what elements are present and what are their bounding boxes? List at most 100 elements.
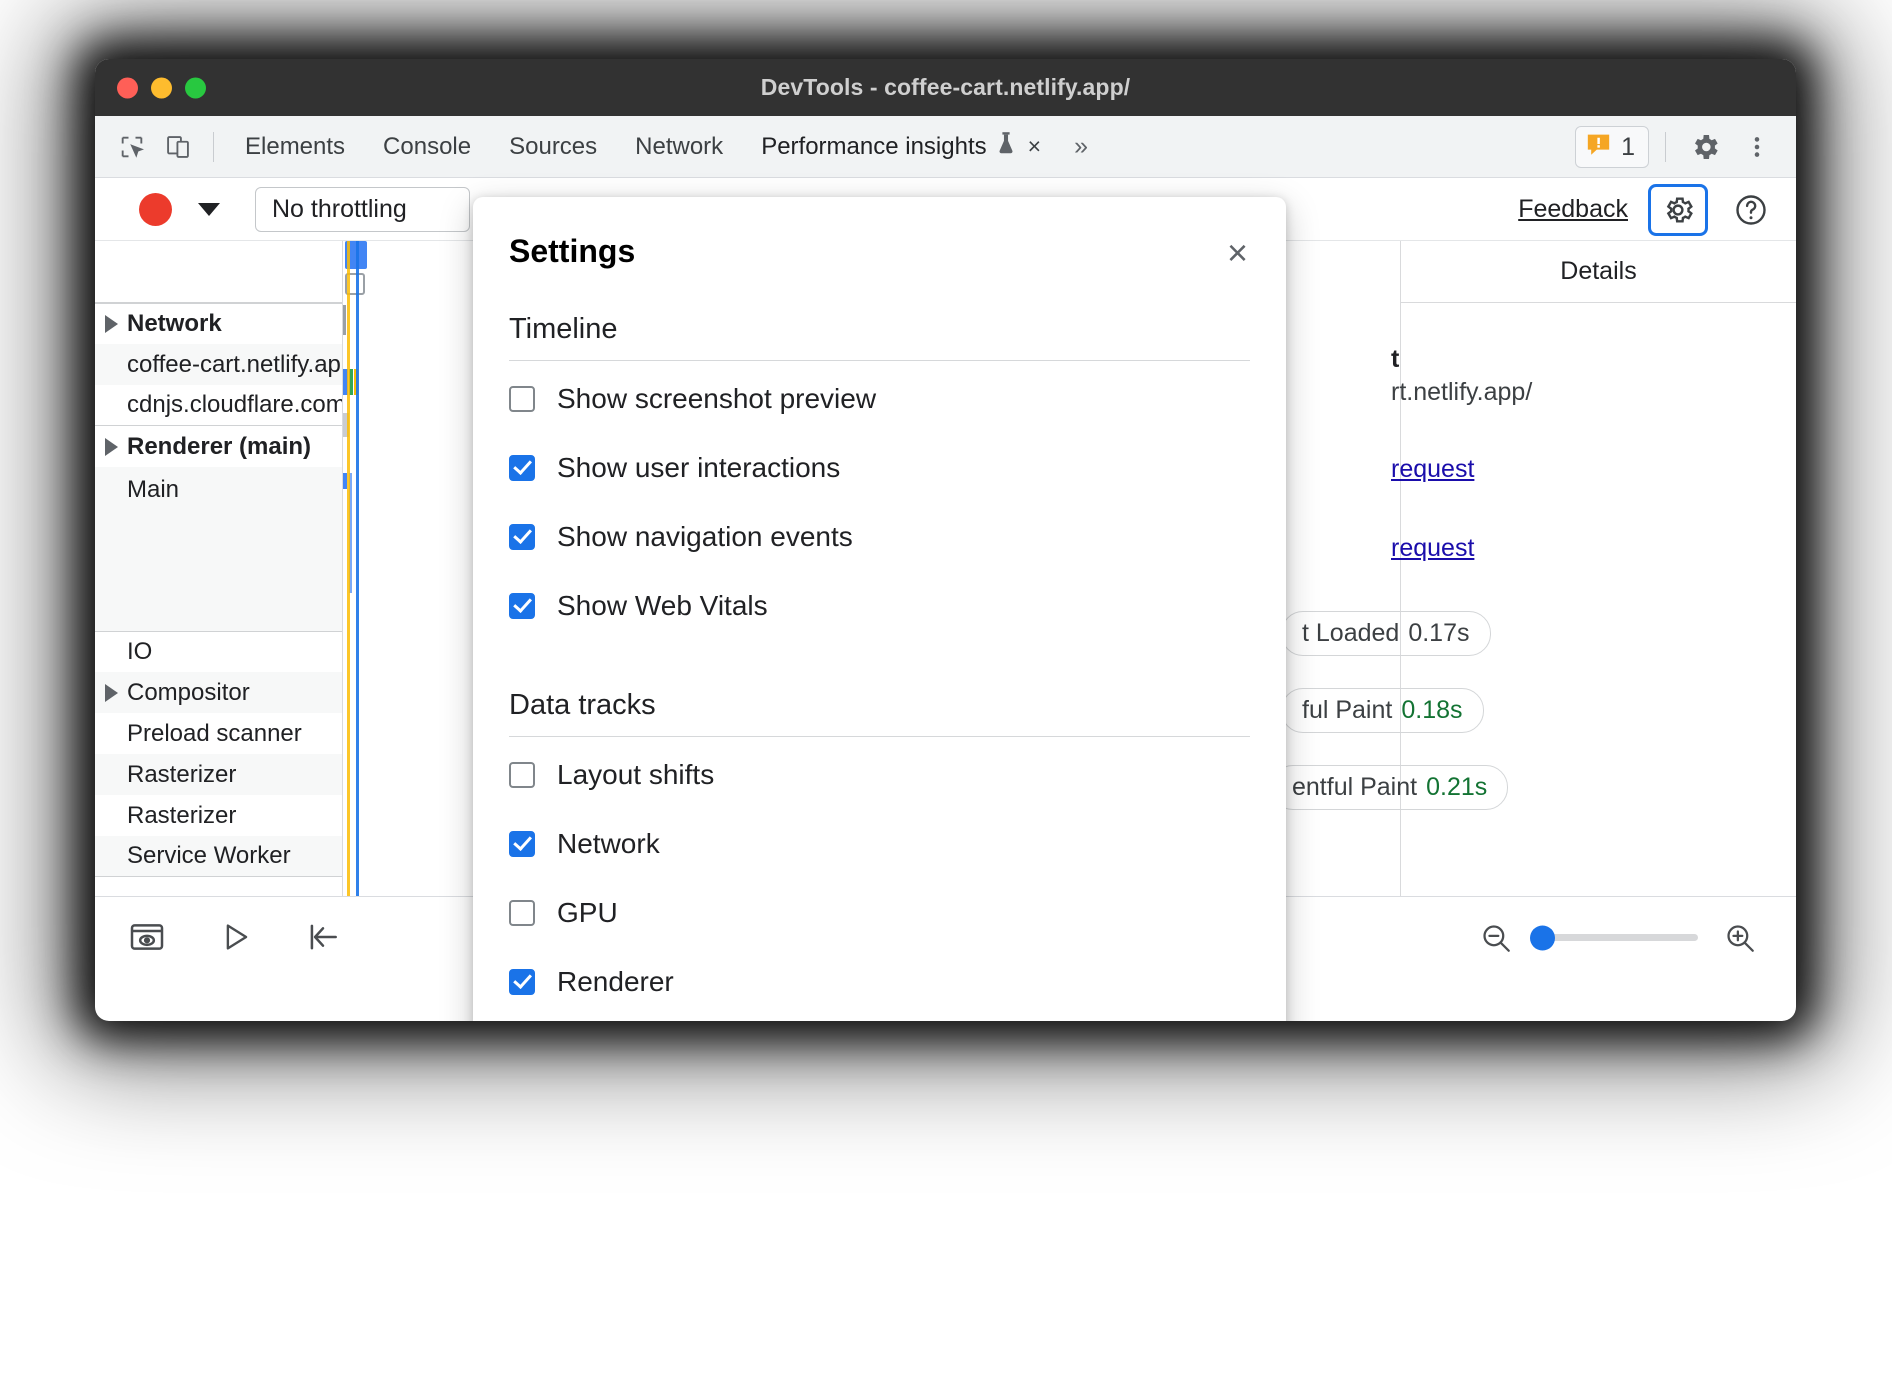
jump-to-start-icon[interactable]	[295, 909, 351, 965]
setting-label: Show user interactions	[557, 452, 840, 484]
metric-pill-dom-content-loaded: t Loaded 0.17s	[1281, 611, 1491, 656]
screenshot-preview-icon[interactable]	[119, 909, 175, 965]
tab-performance-insights[interactable]: Performance insights ×	[742, 116, 1060, 178]
setting-label: Show Web Vitals	[557, 590, 768, 622]
tab-elements[interactable]: Elements	[226, 116, 364, 178]
sidebar-item-label: Rasterizer	[127, 802, 236, 830]
details-link-request-1[interactable]: request	[1391, 455, 1796, 484]
more-options-kebab-icon[interactable]	[1734, 126, 1780, 168]
expand-triangle-icon[interactable]	[105, 438, 118, 456]
setting-show-screenshot-preview[interactable]: Show screenshot preview	[509, 367, 1250, 430]
sidebar-item-network[interactable]: Network	[95, 303, 342, 344]
pill-label: t Loaded	[1302, 619, 1399, 648]
details-link-request-2[interactable]: request	[1391, 534, 1796, 563]
tabbar-right-divider	[1665, 132, 1666, 162]
device-toolbar-icon[interactable]	[155, 126, 201, 168]
devtools-settings-gear-icon[interactable]	[1682, 126, 1728, 168]
settings-dialog: Settings × Timeline Show screenshot prev…	[473, 197, 1286, 1021]
checkbox-checked-icon[interactable]	[509, 969, 535, 995]
warning-icon	[1585, 131, 1612, 163]
checkbox-icon[interactable]	[509, 762, 535, 788]
zoom-slider-thumb[interactable]	[1530, 925, 1555, 950]
tabbar-right-actions: 1	[1575, 116, 1780, 178]
tabbar-divider	[213, 132, 214, 162]
checkbox-checked-icon[interactable]	[509, 524, 535, 550]
pill-label: entful Paint	[1292, 773, 1417, 802]
section-title: Data tracks	[509, 689, 1250, 737]
record-button[interactable]	[139, 193, 172, 226]
tab-overflow-chevron-icon[interactable]: »	[1060, 132, 1102, 161]
setting-label: Show navigation events	[557, 521, 853, 553]
tab-label: Sources	[509, 133, 597, 161]
sidebar-spacer	[95, 241, 342, 303]
settings-dialog-title: Settings	[509, 233, 635, 270]
devtools-window: DevTools - coffee-cart.netlify.app/ Elem…	[95, 59, 1796, 1021]
checkbox-checked-icon[interactable]	[509, 455, 535, 481]
sidebar-item-label: IO	[127, 638, 152, 666]
experiment-flask-icon	[996, 131, 1016, 162]
setting-renderer[interactable]: Renderer	[509, 950, 1250, 1013]
sidebar-item-rasterizer-1[interactable]: Rasterizer	[95, 754, 342, 795]
sidebar-item-renderer-main[interactable]: Renderer (main)	[95, 426, 342, 467]
settings-dialog-header: Settings ×	[473, 197, 1286, 271]
sidebar-item-preload-scanner[interactable]: Preload scanner	[95, 713, 342, 754]
metric-pill-largest-contentful-paint: entful Paint 0.21s	[1271, 765, 1508, 810]
performance-toolbar-right: Feedback	[1518, 178, 1774, 241]
devtools-tabbar: Elements Console Sources Network Perform…	[95, 116, 1796, 178]
tab-console[interactable]: Console	[364, 116, 490, 178]
sidebar-item-rasterizer-2[interactable]: Rasterizer	[95, 795, 342, 836]
sidebar-item-io[interactable]: IO	[95, 631, 342, 672]
close-window-button[interactable]	[117, 77, 138, 98]
checkbox-icon[interactable]	[509, 386, 535, 412]
sidebar-item-cdnjs[interactable]: cdnjs.cloudflare.com	[95, 385, 342, 426]
tab-network[interactable]: Network	[616, 116, 742, 178]
details-header: Details	[1401, 241, 1796, 303]
sidebar-item-label: Network	[127, 310, 222, 338]
sidebar-item-label: Main	[127, 476, 179, 504]
setting-show-navigation-events[interactable]: Show navigation events	[509, 505, 1250, 568]
zoom-out-icon[interactable]	[1468, 910, 1524, 966]
panel-settings-gear-icon[interactable]	[1648, 184, 1708, 236]
sidebar-item-coffee-cart[interactable]: coffee-cart.netlify.app	[95, 344, 342, 385]
tab-label: Console	[383, 133, 471, 161]
setting-label: Network	[557, 828, 660, 860]
zoom-in-icon[interactable]	[1712, 910, 1768, 966]
sidebar-item-main[interactable]: Main	[95, 467, 342, 631]
setting-label: Layout shifts	[557, 759, 714, 791]
tab-label: Elements	[245, 133, 345, 161]
setting-show-web-vitals[interactable]: Show Web Vitals	[509, 574, 1250, 637]
sidebar-item-compositor[interactable]: Compositor	[95, 672, 342, 713]
setting-gpu[interactable]: GPU	[509, 881, 1250, 944]
details-panel: Details t rt.netlify.app/ request reques…	[1400, 241, 1796, 896]
throttling-select[interactable]: No throttling	[255, 187, 470, 232]
marker-line	[356, 241, 359, 896]
feedback-link[interactable]: Feedback	[1518, 195, 1628, 224]
chevron-down-icon[interactable]	[198, 203, 220, 216]
close-icon[interactable]: ×	[1227, 235, 1248, 271]
details-url: rt.netlify.app/	[1391, 378, 1796, 407]
checkbox-checked-icon[interactable]	[509, 593, 535, 619]
play-icon[interactable]	[207, 909, 263, 965]
inspect-element-icon[interactable]	[109, 126, 155, 168]
checkbox-checked-icon[interactable]	[509, 831, 535, 857]
expand-triangle-icon[interactable]	[105, 315, 118, 333]
close-icon[interactable]: ×	[1028, 133, 1041, 160]
setting-network[interactable]: Network	[509, 812, 1250, 875]
help-question-icon[interactable]	[1728, 187, 1774, 233]
sidebar-item-label: coffee-cart.netlify.app	[127, 351, 342, 379]
minimize-window-button[interactable]	[151, 77, 172, 98]
setting-layout-shifts[interactable]: Layout shifts	[509, 743, 1250, 806]
sidebar-item-label: Rasterizer	[127, 761, 236, 789]
tab-label: Network	[635, 133, 723, 161]
zoom-slider[interactable]	[1538, 934, 1698, 941]
checkbox-icon[interactable]	[509, 900, 535, 926]
expand-triangle-icon[interactable]	[105, 684, 118, 702]
setting-user-timings[interactable]: User Timings	[509, 1019, 1250, 1021]
setting-label: Show screenshot preview	[557, 383, 876, 415]
setting-show-user-interactions[interactable]: Show user interactions	[509, 436, 1250, 499]
tab-sources[interactable]: Sources	[490, 116, 616, 178]
warning-badge[interactable]: 1	[1575, 126, 1649, 168]
sidebar-item-label: Renderer (main)	[127, 433, 311, 461]
maximize-window-button[interactable]	[185, 77, 206, 98]
sidebar-item-service-worker[interactable]: Service Worker	[95, 836, 342, 877]
